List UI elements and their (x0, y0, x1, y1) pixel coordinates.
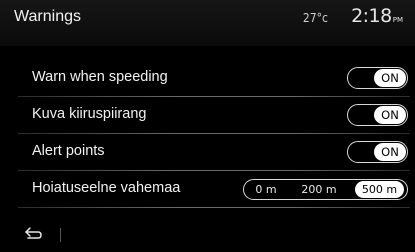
setting-row-speed-limit[interactable]: Kuva kiiruspiirang ON (18, 100, 410, 134)
setting-label: Alert points (32, 143, 105, 159)
setting-label: Kuva kiiruspiirang (32, 106, 147, 122)
settings-list: Warn when speeding ON Kuva kiiruspiirang… (0, 63, 415, 208)
page-title: Warnings (14, 8, 81, 25)
back-arrow-icon[interactable] (22, 224, 46, 244)
warning-distance-selector[interactable]: 0 m 200 m 500 m (243, 179, 408, 200)
setting-row-alert-points[interactable]: Alert points ON (18, 137, 410, 171)
header-bar: Warnings 27°c 2:18PM (0, 0, 415, 46)
distance-option-0m[interactable]: 0 m (244, 181, 288, 198)
setting-label: Hoiatuseelne vahemaa (32, 180, 181, 196)
clock-ampm: PM (392, 16, 403, 24)
clock: 2:18PM (351, 5, 403, 27)
toggle-state: ON (374, 143, 406, 161)
toggle-state: ON (374, 69, 406, 87)
setting-row-warning-distance: Hoiatuseelne vahemaa 0 m 200 m 500 m (18, 174, 410, 208)
distance-option-200m[interactable]: 200 m (288, 181, 350, 198)
distance-option-500m[interactable]: 500 m (355, 181, 404, 198)
setting-label: Warn when speeding (32, 69, 168, 85)
clock-time: 2:18 (351, 5, 392, 27)
warn-speeding-toggle[interactable]: ON (347, 67, 408, 89)
speed-limit-toggle[interactable]: ON (347, 104, 408, 126)
alert-points-toggle[interactable]: ON (347, 141, 408, 163)
toggle-state: ON (374, 106, 406, 124)
footer-bar (0, 218, 415, 252)
footer-divider (60, 228, 61, 242)
temperature-readout: 27°c (302, 11, 328, 25)
setting-row-warn-speeding[interactable]: Warn when speeding ON (18, 63, 410, 97)
